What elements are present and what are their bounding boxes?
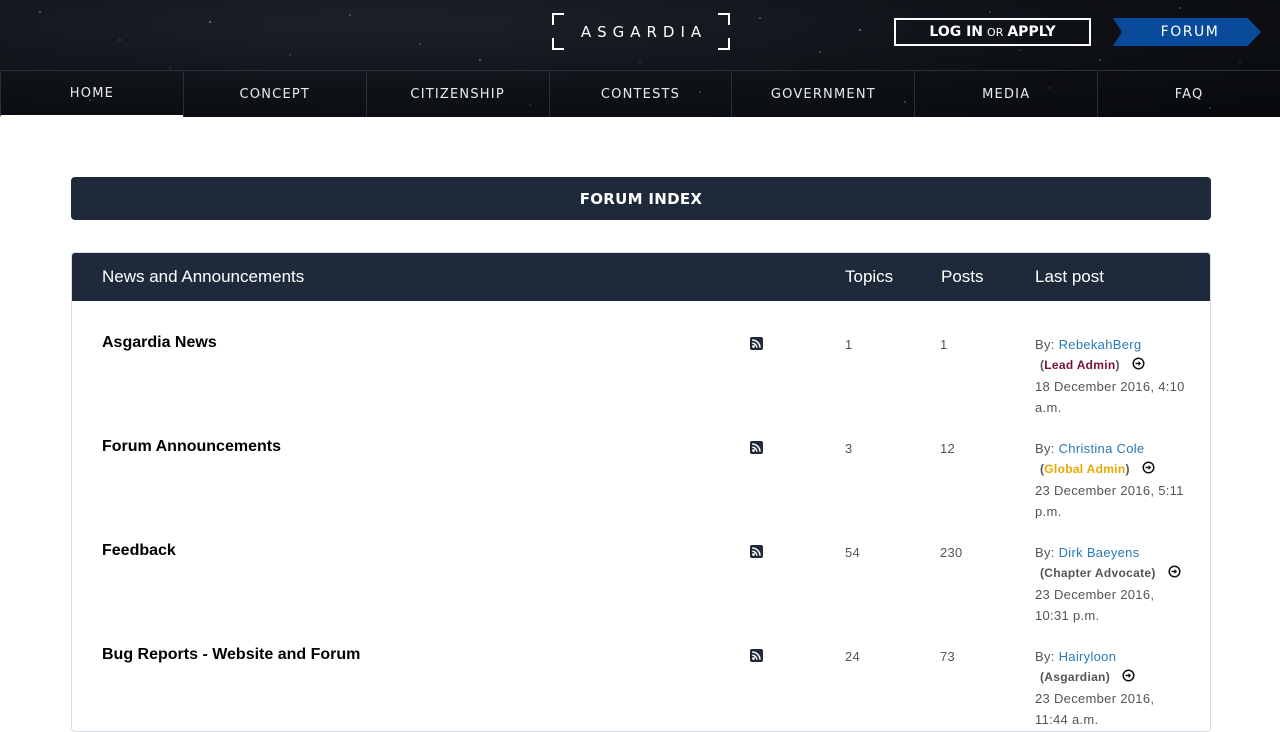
forum-name-link[interactable]: Forum Announcements: [102, 438, 281, 456]
nav-item-media[interactable]: MEDIA: [914, 71, 1097, 117]
goto-post-icon[interactable]: [1168, 565, 1181, 578]
last-post-info: By: RebekahBerg (Lead Admin) 18 December…: [1035, 334, 1205, 418]
topics-count: 3: [845, 441, 853, 456]
by-label: By:: [1035, 337, 1055, 352]
rss-icon[interactable]: [750, 441, 763, 454]
forum-category-panel: News and Announcements Topics Posts Last…: [71, 252, 1211, 732]
apply-label: APPLY: [1007, 24, 1056, 40]
site-header: ASGARDIA LOG IN OR APPLY FORUM HOME CONC…: [0, 0, 1280, 117]
last-post-user-link[interactable]: Hairyloon: [1059, 649, 1117, 664]
rss-icon[interactable]: [750, 649, 763, 662]
last-post-date: 23 December 2016,: [1035, 691, 1155, 706]
login-apply-button[interactable]: LOG IN OR APPLY: [894, 18, 1091, 46]
last-post-info: By: Hairyloon (Asgardian) 23 December 20…: [1035, 646, 1205, 730]
topics-count: 54: [845, 545, 861, 560]
forum-tab[interactable]: FORUM: [1113, 18, 1261, 46]
login-label: LOG IN: [929, 24, 984, 40]
nav-label: CONCEPT: [239, 86, 311, 102]
nav-item-home[interactable]: HOME: [0, 71, 183, 117]
forum-row: Forum Announcements 3 12 By: Christina C…: [72, 438, 1210, 542]
forum-tab-label: FORUM: [1160, 24, 1220, 40]
last-post-date-cont: 10:31 p.m.: [1035, 608, 1100, 623]
user-role: Global Admin: [1044, 462, 1126, 476]
forum-name-link[interactable]: Bug Reports - Website and Forum: [102, 646, 360, 664]
nav-label: GOVERNMENT: [770, 86, 876, 102]
by-label: By:: [1035, 545, 1055, 560]
forum-row: Asgardia News 1 1 By: RebekahBerg (Lead …: [72, 334, 1210, 438]
forum-name-link[interactable]: Asgardia News: [102, 334, 217, 352]
goto-post-icon[interactable]: [1132, 357, 1145, 370]
nav-item-contests[interactable]: CONTESTS: [548, 71, 732, 117]
last-post-date: 23 December 2016,: [1035, 587, 1155, 602]
rss-icon[interactable]: [750, 337, 763, 350]
nav-item-concept[interactable]: CONCEPT: [182, 71, 366, 117]
nav-label: FAQ: [1174, 86, 1204, 102]
rss-icon[interactable]: [750, 545, 763, 558]
nav-label: CITIZENSHIP: [410, 86, 505, 102]
user-role: Chapter Advocate: [1044, 566, 1152, 580]
main-nav: HOME CONCEPT CITIZENSHIP CONTESTS GOVERN…: [0, 70, 1280, 117]
posts-count: 12: [940, 441, 956, 456]
by-label: By:: [1035, 649, 1055, 664]
goto-post-icon[interactable]: [1142, 461, 1155, 474]
user-role: Lead Admin: [1044, 358, 1116, 372]
nav-item-citizenship[interactable]: CITIZENSHIP: [365, 71, 549, 117]
topics-count: 24: [845, 649, 861, 664]
last-post-info: By: Dirk Baeyens (Chapter Advocate) 23 D…: [1035, 542, 1205, 626]
posts-count: 1: [940, 337, 948, 352]
asgardia-logo[interactable]: ASGARDIA: [552, 13, 730, 50]
user-role: Asgardian: [1044, 670, 1106, 684]
last-post-info: By: Christina Cole (Global Admin) 23 Dec…: [1035, 438, 1205, 522]
topics-count: 1: [845, 337, 853, 352]
by-label: By:: [1035, 441, 1055, 456]
page-title: FORUM INDEX: [579, 189, 703, 208]
forum-row: Bug Reports - Website and Forum 24 73 By…: [72, 646, 1210, 731]
or-label: OR: [987, 25, 1004, 39]
forum-index-banner: FORUM INDEX: [71, 177, 1211, 220]
category-title[interactable]: News and Announcements: [102, 267, 304, 287]
logo-text: ASGARDIA: [580, 22, 708, 41]
nav-item-faq[interactable]: FAQ: [1097, 71, 1280, 117]
col-header-last-post: Last post: [1035, 267, 1104, 286]
posts-count: 230: [940, 545, 963, 560]
nav-label: CONTESTS: [600, 86, 681, 102]
nav-label: HOME: [69, 85, 115, 101]
last-post-date: 23 December 2016, 5:11: [1035, 483, 1184, 498]
last-post-user-link[interactable]: RebekahBerg: [1059, 337, 1142, 352]
col-header-posts: Posts: [941, 267, 984, 286]
category-header: News and Announcements Topics Posts Last…: [72, 253, 1210, 301]
last-post-date: 18 December 2016, 4:10: [1035, 379, 1185, 394]
goto-post-icon[interactable]: [1122, 669, 1135, 682]
forum-name-link[interactable]: Feedback: [102, 542, 176, 560]
forum-row: Feedback 54 230 By: Dirk Baeyens (Chapte…: [72, 542, 1210, 646]
last-post-user-link[interactable]: Dirk Baeyens: [1059, 545, 1140, 560]
last-post-user-link[interactable]: Christina Cole: [1059, 441, 1145, 456]
nav-label: MEDIA: [982, 86, 1031, 102]
nav-item-government[interactable]: GOVERNMENT: [731, 71, 914, 117]
col-header-topics: Topics: [845, 267, 894, 286]
last-post-date-cont: p.m.: [1035, 504, 1062, 519]
posts-count: 73: [940, 649, 956, 664]
last-post-date-cont: a.m.: [1035, 400, 1062, 415]
